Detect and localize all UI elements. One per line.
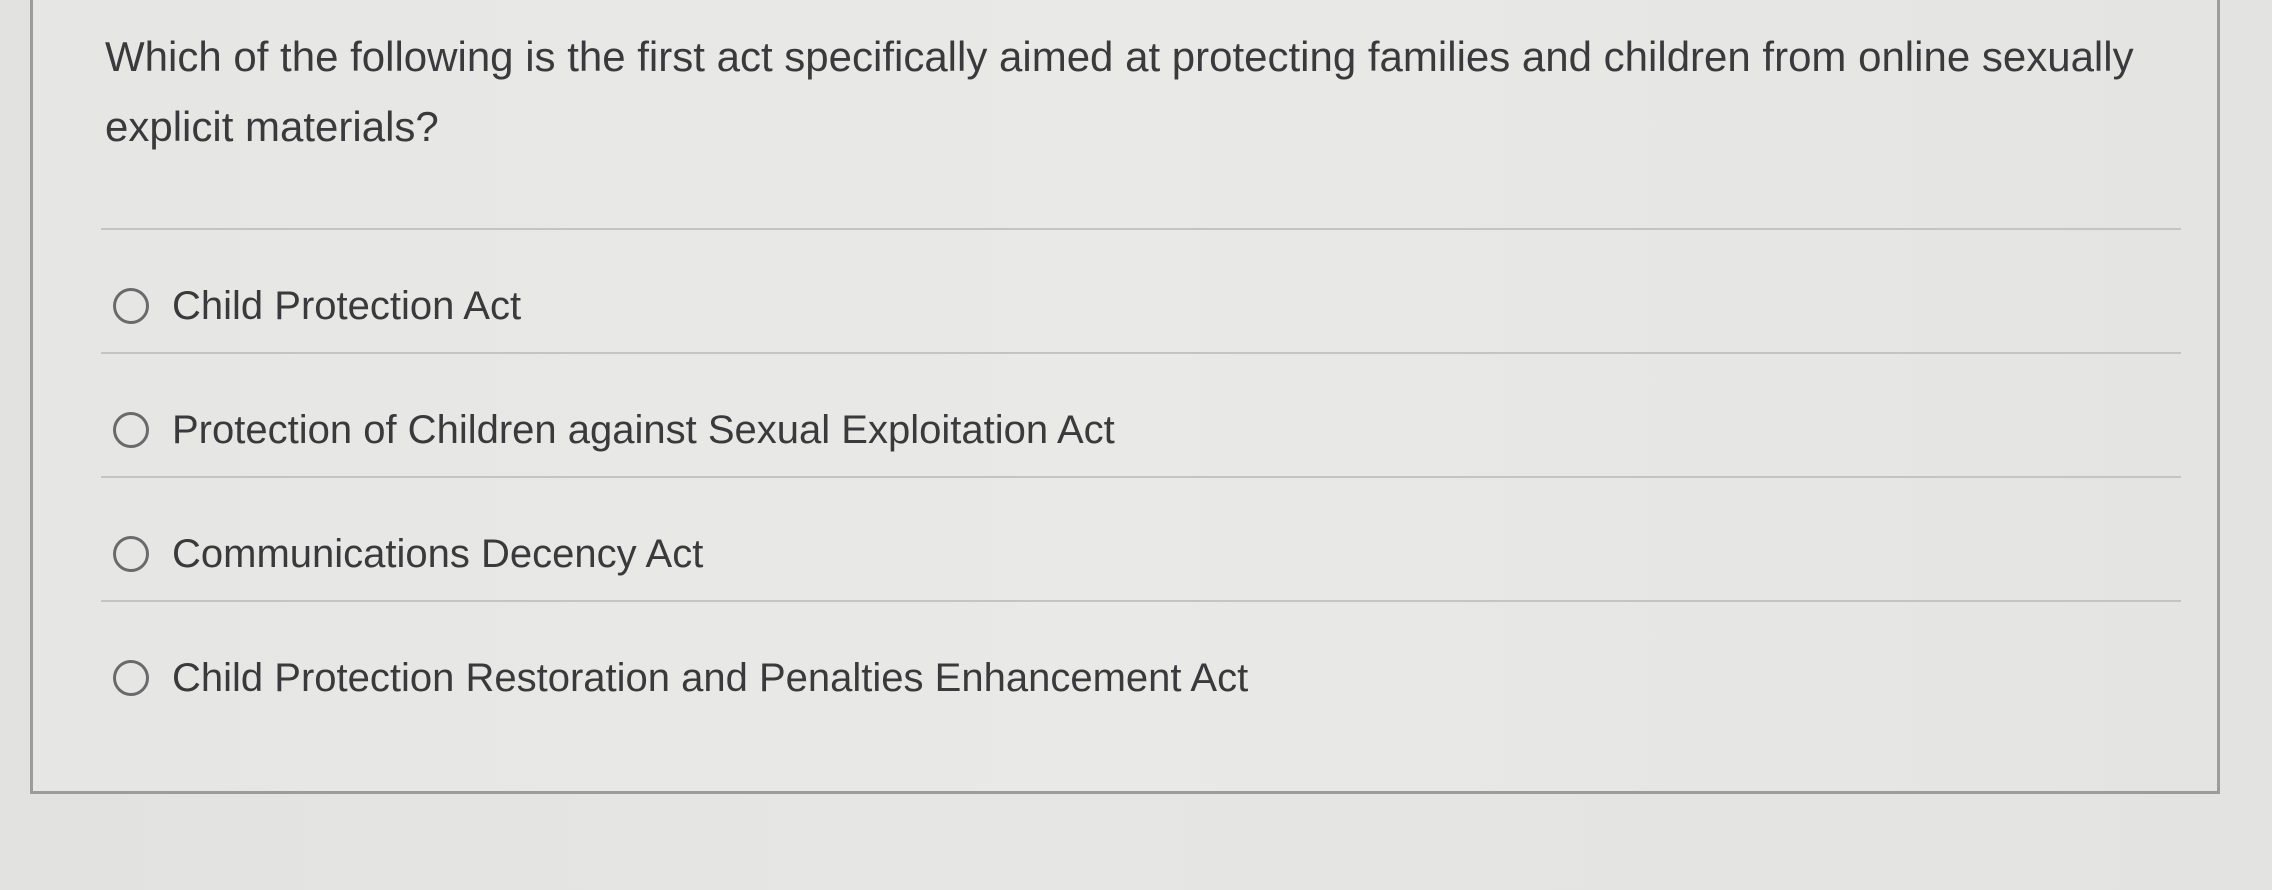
answer-option-3[interactable]: Communications Decency Act — [113, 524, 703, 584]
answer-option-2[interactable]: Protection of Children against Sexual Ex… — [113, 400, 1115, 460]
radio-button-icon[interactable] — [113, 288, 149, 324]
divider — [101, 228, 2181, 230]
divider — [101, 600, 2181, 602]
option-label: Child Protection Restoration and Penalti… — [172, 655, 1249, 700]
radio-button-icon[interactable] — [113, 412, 149, 448]
radio-button-icon[interactable] — [113, 660, 149, 696]
option-label: Child Protection Act — [172, 283, 522, 328]
radio-button-icon[interactable] — [113, 536, 149, 572]
question-card: Which of the following is the first act … — [30, 0, 2220, 794]
option-label: Communications Decency Act — [172, 531, 704, 576]
question-text: Which of the following is the first act … — [105, 33, 2134, 150]
divider — [101, 476, 2181, 478]
divider — [101, 352, 2181, 354]
option-label: Protection of Children against Sexual Ex… — [172, 407, 1115, 452]
answer-option-1[interactable]: Child Protection Act — [113, 276, 521, 336]
answer-option-4[interactable]: Child Protection Restoration and Penalti… — [113, 648, 1248, 708]
